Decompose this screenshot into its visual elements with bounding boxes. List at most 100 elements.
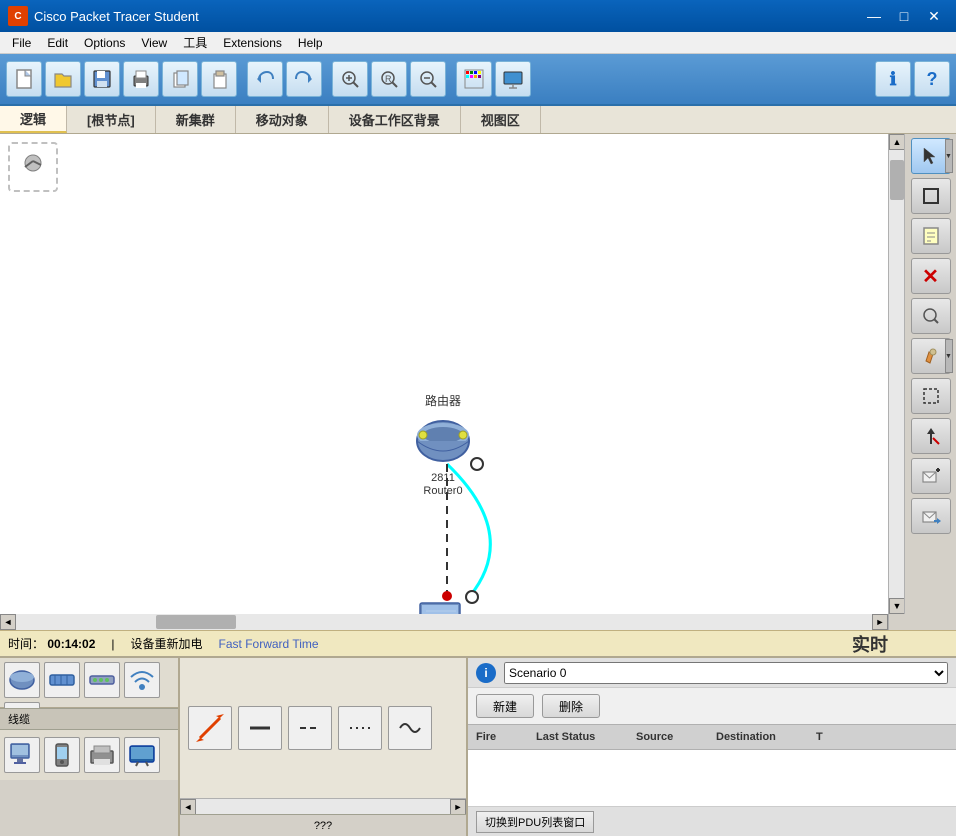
- close-button[interactable]: ✕: [920, 6, 948, 26]
- cable-type-4[interactable]: [338, 706, 382, 750]
- cable-type-1[interactable]: [188, 706, 232, 750]
- pdu-table-header: Fire Last Status Source Destination T: [468, 724, 956, 750]
- cable-scroll-right[interactable]: ►: [450, 799, 466, 815]
- info-button[interactable]: ℹ: [875, 61, 911, 97]
- cable-icons: [180, 658, 466, 798]
- copy-button[interactable]: [162, 61, 198, 97]
- device-button[interactable]: [495, 61, 531, 97]
- menu-tools[interactable]: 工具: [175, 32, 215, 53]
- pc-category[interactable]: [4, 737, 40, 773]
- tab-view-area[interactable]: 视图区: [461, 106, 541, 133]
- paint-button[interactable]: ▼: [911, 338, 951, 374]
- tab-move-object[interactable]: 移动对象: [236, 106, 329, 133]
- cable-label-bottom: ???: [180, 814, 466, 836]
- router-type-label: 路由器: [425, 392, 461, 409]
- menu-file[interactable]: File: [4, 34, 39, 52]
- col-fire: Fire: [472, 731, 532, 743]
- menu-extensions[interactable]: Extensions: [215, 34, 290, 52]
- help-button[interactable]: ?: [914, 61, 950, 97]
- col-source: Source: [632, 731, 712, 743]
- paste-button[interactable]: [201, 61, 237, 97]
- scroll-thumb[interactable]: [890, 160, 904, 200]
- cable-label: 线缆: [0, 708, 178, 730]
- time-value: 00:14:02: [47, 637, 95, 651]
- cable-type-2[interactable]: [238, 706, 282, 750]
- menu-options[interactable]: Options: [76, 34, 133, 52]
- move-arrow-button[interactable]: [911, 418, 951, 454]
- pc-device[interactable]: PC- PT zhangxibing 我的电脑: [412, 599, 472, 614]
- tv-category[interactable]: [124, 737, 160, 773]
- pdu-table-body: [468, 750, 956, 806]
- note-button[interactable]: [911, 218, 951, 254]
- router-device[interactable]: 路由器 2811 Router0: [413, 392, 473, 497]
- power-label: 设备重新加电: [131, 635, 203, 652]
- draw-rect-button[interactable]: [911, 178, 951, 214]
- window-controls: — □ ✕: [860, 6, 948, 26]
- device-icons-top: [0, 658, 178, 708]
- new-pdu-button[interactable]: 新建: [476, 694, 534, 718]
- col-last-status: Last Status: [532, 731, 632, 743]
- pdu-header: i Scenario 0: [468, 658, 956, 688]
- status-bar: 时间： 00:14:02 | 设备重新加电 Fast Forward Time …: [0, 630, 956, 656]
- cable-type-panel: ◄ ► ???: [180, 658, 466, 836]
- cable-type-5[interactable]: [388, 706, 432, 750]
- menu-help[interactable]: Help: [290, 34, 331, 52]
- delete-button[interactable]: ✕: [911, 258, 951, 294]
- h-scroll-thumb[interactable]: [156, 615, 236, 629]
- switch-category[interactable]: [44, 662, 80, 698]
- maximize-button[interactable]: □: [890, 6, 918, 26]
- scroll-up-button[interactable]: ▲: [889, 134, 905, 150]
- select-dropdown[interactable]: ▼: [945, 139, 953, 173]
- pdu-footer: 切换到PDU列表窗口: [468, 806, 956, 836]
- wireless-category[interactable]: [124, 662, 160, 698]
- redo-button[interactable]: [286, 61, 322, 97]
- open-button[interactable]: [45, 61, 81, 97]
- switch-pdu-button[interactable]: 切换到PDU列表窗口: [476, 811, 594, 833]
- dotted-rect-button[interactable]: [911, 378, 951, 414]
- tab-new-cluster[interactable]: 新集群: [156, 106, 236, 133]
- save-button[interactable]: [84, 61, 120, 97]
- add-envelope-button[interactable]: [911, 458, 951, 494]
- delete-pdu-button[interactable]: 删除: [542, 694, 600, 718]
- scenario-select[interactable]: Scenario 0: [504, 662, 948, 684]
- scroll-corner: [888, 614, 904, 630]
- canvas-area[interactable]: 路由器 2811 Router0: [0, 134, 888, 614]
- print-button[interactable]: [123, 61, 159, 97]
- toolbar-right: ℹ ?: [875, 61, 950, 97]
- router-category[interactable]: [4, 662, 40, 698]
- minimize-button[interactable]: —: [860, 6, 888, 26]
- scroll-track: [889, 150, 904, 598]
- printer-category[interactable]: [84, 737, 120, 773]
- bottom-panel: 线缆: [0, 656, 956, 836]
- scroll-left-button[interactable]: ◄: [0, 614, 16, 630]
- scroll-down-button[interactable]: ▼: [889, 598, 905, 614]
- palette-button[interactable]: [456, 61, 492, 97]
- phone-category[interactable]: [44, 737, 80, 773]
- tab-device-bg[interactable]: 设备工作区背景: [329, 106, 461, 133]
- cable-type-3[interactable]: [288, 706, 332, 750]
- router-2811-label: 2811: [431, 471, 455, 485]
- zoom-tool-button[interactable]: [911, 298, 951, 334]
- h-scrollbar-row: ◄ ►: [0, 614, 956, 630]
- new-button[interactable]: [6, 61, 42, 97]
- app-title: Cisco Packet Tracer Student: [34, 9, 860, 24]
- hub-category[interactable]: [84, 662, 120, 698]
- select-tool-button[interactable]: ▼: [911, 138, 951, 174]
- paint-dropdown[interactable]: ▼: [945, 339, 953, 373]
- menu-view[interactable]: View: [133, 34, 175, 52]
- tab-logical[interactable]: 逻辑: [0, 106, 67, 133]
- zoom-out-button[interactable]: [410, 61, 446, 97]
- network-diagram: [0, 134, 888, 614]
- status-sep1: |: [111, 637, 114, 651]
- zoom-find-button[interactable]: R: [371, 61, 407, 97]
- cable-scroll: ◄ ►: [180, 798, 466, 814]
- tab-root-node[interactable]: [根节点]: [67, 106, 156, 133]
- cable-scroll-left[interactable]: ◄: [180, 799, 196, 815]
- undo-button[interactable]: [247, 61, 283, 97]
- zoom-in-button[interactable]: [332, 61, 368, 97]
- col-destination: Destination: [712, 731, 812, 743]
- send-envelope-button[interactable]: [911, 498, 951, 534]
- router-name-label: Router0: [423, 485, 462, 497]
- menu-edit[interactable]: Edit: [39, 34, 76, 52]
- scroll-right-button[interactable]: ►: [872, 614, 888, 630]
